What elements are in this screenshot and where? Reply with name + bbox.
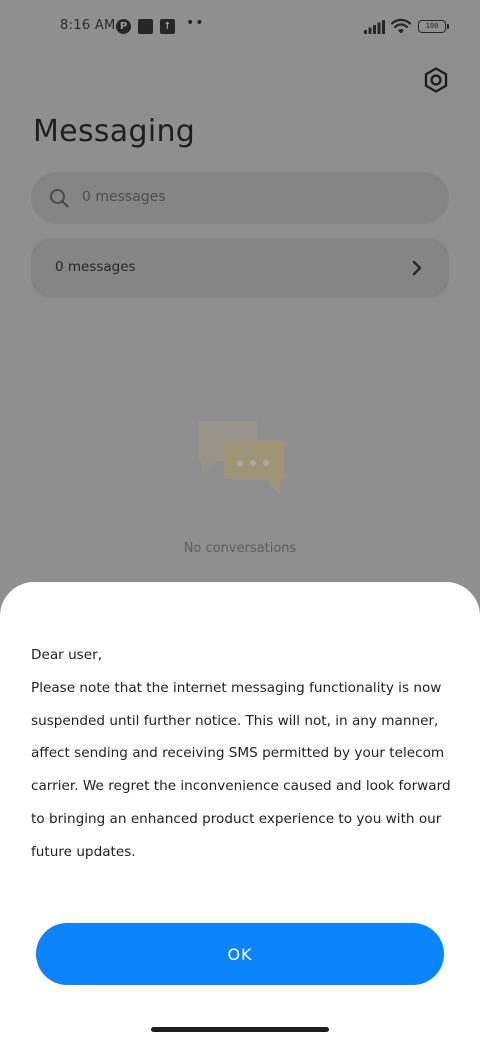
search-icon	[50, 189, 69, 208]
battery-level: 100	[425, 22, 439, 30]
settings-gear-icon[interactable]	[420, 64, 452, 96]
status-time: 8:16 AM	[60, 18, 116, 33]
chat-bubbles-icon	[198, 421, 284, 495]
cellular-signal-icon	[364, 20, 385, 34]
wifi-icon	[391, 18, 411, 34]
dialog-body: Please note that the internet messaging …	[31, 679, 451, 860]
dialog-message: Dear user, Please note that the internet…	[31, 639, 456, 869]
dialog-greeting: Dear user,	[31, 647, 103, 663]
search-bar[interactable]: 0 messages	[31, 172, 449, 224]
search-placeholder: 0 messages	[82, 189, 166, 205]
home-indicator[interactable]	[151, 1027, 329, 1032]
messages-row-label: 0 messages	[55, 259, 136, 275]
status-bar: 8:16 AM P ↑ •• 100	[0, 0, 480, 56]
page-title: Messaging	[33, 114, 196, 149]
empty-state-text: No conversations	[183, 541, 297, 556]
square-notification-icon	[138, 19, 153, 34]
upload-notification-icon: ↑	[160, 19, 175, 34]
chevron-right-icon	[412, 260, 422, 276]
more-notifications-icon: ••	[186, 15, 205, 31]
app-notification-icon: P	[116, 19, 131, 34]
battery-icon: 100	[418, 20, 449, 33]
ok-button[interactable]: OK	[36, 923, 444, 985]
messages-row[interactable]: 0 messages	[31, 238, 449, 298]
notice-dialog-sheet: Dear user, Please note that the internet…	[0, 582, 480, 1040]
